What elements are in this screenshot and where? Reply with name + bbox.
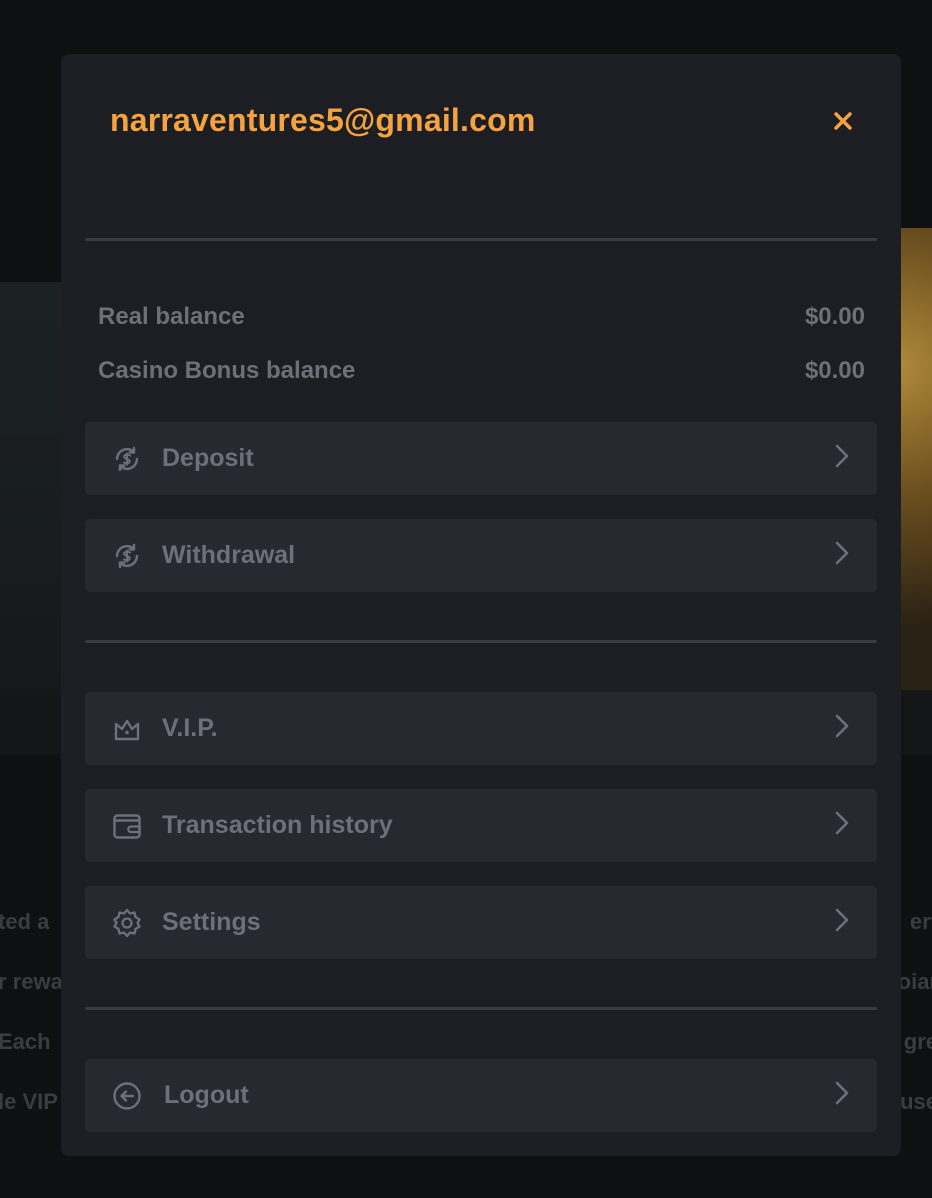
logout-icon — [113, 1082, 141, 1110]
menu-item-transaction-history[interactable]: Transaction history — [85, 789, 877, 862]
menu-item-label: V.I.P. — [162, 714, 218, 742]
currency-exchange-icon — [115, 446, 139, 472]
chevron-right-icon — [835, 444, 849, 468]
background-text: gre — [903, 1029, 932, 1054]
bonus-balance-label: Casino Bonus balance — [98, 357, 356, 384]
real-balance-value: $0.00 — [804, 303, 865, 330]
divider — [85, 640, 877, 643]
crown-icon — [114, 719, 140, 741]
background-text: r rewa — [0, 969, 63, 994]
real-balance-label: Real balance — [98, 303, 245, 330]
menu-item-deposit[interactable]: Deposit — [85, 422, 877, 495]
chevron-right-icon — [835, 908, 849, 932]
background-text: Each — [0, 1029, 51, 1054]
menu-item-label: Transaction history — [162, 811, 393, 839]
close-button[interactable] — [828, 106, 858, 136]
menu-item-label: Deposit — [162, 444, 254, 472]
wallet-icon — [113, 814, 141, 839]
account-menu-modal: narraventures5@gmail.com Real balance $0… — [61, 54, 901, 1156]
background-text: use — [900, 1089, 932, 1114]
account-email: narraventures5@gmail.com — [110, 102, 536, 138]
divider — [85, 238, 877, 241]
divider — [85, 1007, 877, 1010]
menu-item-label: Settings — [162, 908, 261, 936]
background-text: le VIP — [0, 1089, 58, 1114]
background-text: ted a — [0, 909, 50, 934]
chevron-right-icon — [835, 541, 849, 565]
menu-item-withdrawal[interactable]: Withdrawal — [85, 519, 877, 592]
close-icon — [834, 112, 852, 130]
menu-item-vip[interactable]: V.I.P. — [85, 692, 877, 765]
background-text: oiar — [897, 969, 932, 994]
gear-icon — [113, 908, 141, 938]
menu-item-label: Withdrawal — [162, 541, 296, 569]
chevron-right-icon — [835, 811, 849, 835]
chevron-right-icon — [835, 1081, 849, 1105]
menu-item-settings[interactable]: Settings — [85, 886, 877, 959]
chevron-right-icon — [835, 714, 849, 738]
bonus-balance-value: $0.00 — [804, 357, 865, 384]
menu-item-logout[interactable]: Logout — [85, 1059, 877, 1132]
currency-exchange-icon — [115, 543, 139, 569]
menu-item-label: Logout — [164, 1081, 249, 1109]
background-text: ert — [909, 909, 932, 934]
